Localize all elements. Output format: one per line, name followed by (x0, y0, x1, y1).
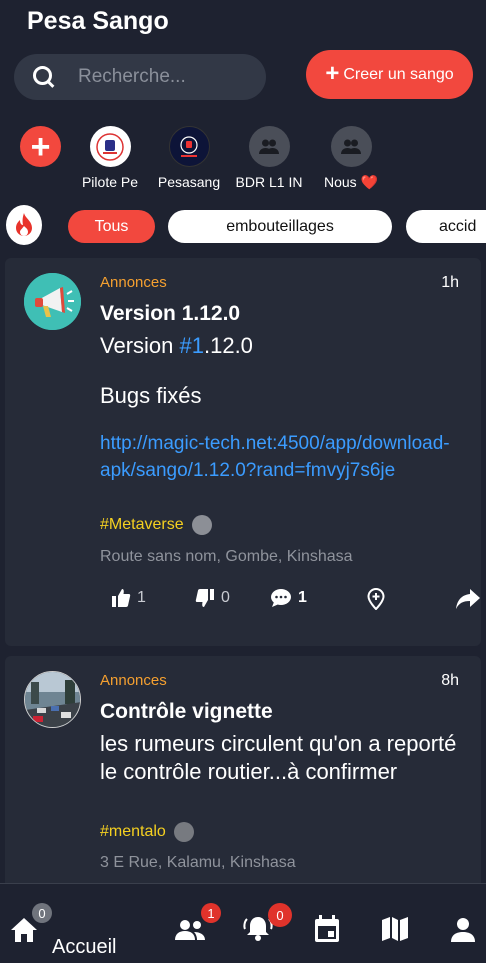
post-card[interactable]: Annonces 1h Version 1.12.0 Version #1.12… (5, 258, 481, 646)
story-avatar (248, 126, 290, 167)
post-tag[interactable]: #mentalo (100, 822, 194, 842)
post-location: 3 E Rue, Kalamu, Kinshasa (100, 854, 296, 871)
comment-icon (271, 589, 291, 607)
create-sango-button[interactable]: + Creer un sango (306, 50, 473, 99)
post-link[interactable]: http://magic-tech.net:4500/app/download-… (100, 430, 460, 484)
map-icon (382, 917, 408, 941)
search-input[interactable] (78, 54, 258, 100)
home-badge: 0 (32, 903, 52, 923)
post-body-text: Version (100, 333, 180, 358)
story-label: Pilote Pe (81, 174, 139, 190)
user-icon (451, 918, 475, 942)
sango-logo-icon (180, 135, 198, 157)
post-body: les rumeurs circulent qu'on a reporté le… (100, 731, 457, 784)
comment-count: 1 (298, 589, 307, 606)
search-bar[interactable] (14, 54, 266, 100)
story-label: BDR L1 IN (235, 174, 303, 190)
filter-bar: Tous embouteillages accid (0, 205, 486, 247)
share-button[interactable] (455, 588, 481, 610)
author-avatar (173, 822, 194, 842)
post-actions: 1 0 1 (5, 588, 481, 618)
filter-chip-embouteillages[interactable]: embouteillages (168, 210, 392, 243)
stories-row: + Pilote Pe Pesasang BDR L1 IN Nous ❤️ (0, 124, 486, 191)
post-category: Annonces (100, 274, 167, 291)
post-avatar (24, 671, 81, 728)
post-tag[interactable]: #Metaverse (100, 515, 212, 535)
like-count: 1 (137, 589, 146, 606)
dislike-count: 0 (221, 589, 230, 606)
story-item[interactable]: BDR L1 IN (231, 124, 307, 190)
story-item[interactable]: Pesasang (151, 124, 227, 190)
post-tag-label: #mentalo (100, 823, 166, 840)
app-title: Pesa Sango (27, 7, 169, 35)
post-time: 8h (441, 672, 459, 689)
filter-chip-accidents[interactable]: accid (406, 210, 486, 243)
post-body: Version #1.12.0 (100, 332, 460, 360)
share-icon (456, 589, 480, 609)
home-icon (11, 918, 37, 942)
story-avatar (89, 126, 131, 167)
notifications-badge: 0 (268, 903, 292, 927)
post-body-hashtag[interactable]: #1 (180, 333, 204, 358)
thumbs-down-icon (195, 589, 214, 607)
post-avatar (24, 273, 81, 330)
group-icon (259, 139, 279, 154)
search-icon (32, 65, 56, 89)
filter-chip-tous[interactable]: Tous (68, 210, 155, 243)
megaphone-icon (24, 273, 81, 330)
map-pin-icon (367, 588, 385, 610)
plus-icon: + (325, 59, 340, 87)
groups-badge: 1 (201, 903, 221, 923)
sango-logo-icon (96, 132, 124, 161)
story-avatar (168, 126, 210, 167)
post-category: Annonces (100, 672, 167, 689)
like-button[interactable]: 1 (111, 588, 146, 608)
story-item[interactable]: Pilote Pe (72, 124, 148, 190)
post-title: Contrôle vignette (100, 700, 273, 723)
post-card[interactable]: Annonces 8h Contrôle vignette les rumeur… (5, 656, 481, 896)
post-location: Route sans nom, Gombe, Kinshasa (100, 548, 353, 565)
fire-icon (16, 213, 32, 236)
post-title: Version 1.12.0 (100, 302, 241, 325)
traffic-photo-icon (25, 672, 80, 727)
create-sango-label: Creer un sango (343, 65, 454, 83)
calendar-icon (315, 915, 339, 942)
nav-home-label: Accueil (52, 936, 117, 958)
story-label: Pesasang (157, 174, 221, 190)
add-story-button[interactable]: + (20, 126, 61, 167)
post-body-line: Bugs fixés (100, 383, 202, 408)
story-label: Nous ❤️ (323, 174, 378, 190)
trending-filter-button[interactable] (6, 205, 42, 245)
post-tag-label: #Metaverse (100, 516, 184, 533)
comment-button[interactable]: 1 (270, 588, 307, 608)
thumbs-up-icon (112, 589, 131, 607)
story-item[interactable]: Nous ❤️ (313, 124, 389, 191)
story-avatar (330, 126, 372, 167)
group-icon (341, 139, 361, 154)
post-time: 1h (441, 274, 459, 291)
location-button[interactable] (367, 588, 385, 610)
groups-icon (175, 920, 205, 940)
dislike-button[interactable]: 0 (195, 588, 230, 608)
author-avatar (191, 515, 212, 535)
post-body-text: .12.0 (203, 333, 253, 358)
